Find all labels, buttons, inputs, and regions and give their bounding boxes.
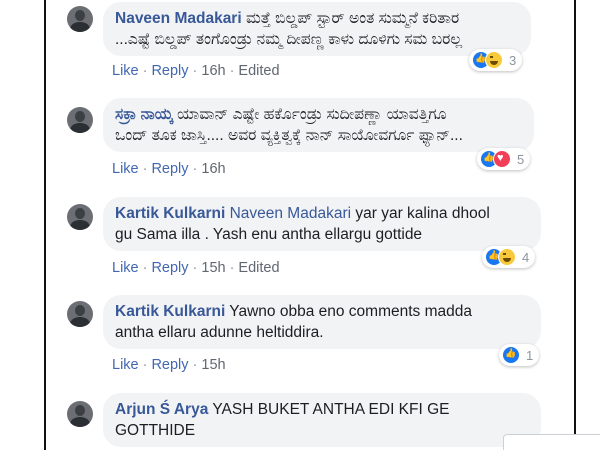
comment-timestamp[interactable]: 16h (201, 161, 225, 177)
reaction-summary[interactable]: 5 (477, 148, 531, 170)
like-link[interactable]: Like (112, 357, 139, 373)
haha-reaction-icon (498, 248, 516, 266)
comment-text-line: ಮತ್ತೆ ಬಿಲ್ಡಪ್ ಸ್ಟಾರ್ ಅಂತ ಸುಮ್ಮನೆ ಕರಿತಾರ (245, 10, 460, 27)
comment-text-line: Yawno obba eno comments madda (229, 303, 472, 320)
comment-text-line: yar yar kalina dhool (355, 205, 490, 222)
mentioned-user-link[interactable]: Naveen Madakari (230, 205, 351, 222)
comment-text-line: ಒಂದ್ ತೂಕ ಜಾಸ್ತಿ.... ಅವರ ವ್ಯಕ್ತಿತ್ವಕ್ಕೆ ನ… (115, 127, 463, 144)
edited-label[interactable]: Edited (238, 260, 279, 276)
comment-bubble: Kartik Kulkarni Naveen Madakari yar yar … (103, 197, 541, 251)
edited-label[interactable]: Edited (238, 63, 279, 79)
reaction-summary[interactable]: 1 (499, 344, 540, 366)
comment-text-line: GOTTHIDE (115, 422, 196, 439)
reaction-summary[interactable]: 4 (482, 246, 536, 268)
love-reaction-icon (493, 150, 511, 168)
reaction-count: 1 (526, 347, 534, 363)
comment-author[interactable]: Kartik Kulkarni (115, 303, 225, 320)
comment-bubble: Kartik Kulkarni Yawno obba eno comments … (103, 295, 541, 349)
comments-panel: Naveen Madakari ಮತ್ತೆ ಬಿಲ್ಡಪ್ ಸ್ಟಾರ್ ಅಂತ… (0, 0, 600, 450)
comment-author[interactable]: Kartik Kulkarni (115, 205, 225, 222)
comment-text-line: YASH BUKET ANTHA EDI KFI GE (212, 401, 450, 418)
comment-actions: Like · Reply · 15h · Edited (112, 260, 280, 276)
reply-link[interactable]: Reply (151, 357, 188, 373)
reply-link[interactable]: Reply (151, 161, 188, 177)
comment-bubble: Arjun Ś Arya YASH BUKET ANTHA EDI KFI GE… (103, 393, 541, 447)
avatar[interactable] (67, 301, 93, 327)
reaction-count: 3 (509, 52, 517, 68)
avatar[interactable] (67, 107, 93, 133)
like-reaction-icon (502, 346, 520, 364)
comment-actions: Like · Reply · 16h (112, 161, 226, 177)
left-frame-border (44, 0, 46, 450)
reaction-summary[interactable]: 3 (469, 49, 523, 71)
comment-timestamp[interactable]: 15h (201, 260, 225, 276)
like-link[interactable]: Like (112, 260, 139, 276)
avatar[interactable] (67, 204, 93, 230)
comment-timestamp[interactable]: 16h (201, 63, 225, 79)
comment-timestamp[interactable]: 15h (201, 357, 225, 373)
comment-text-line: gu Sama illa . Yash enu antha ellargu go… (115, 226, 423, 243)
comment-actions: Like · Reply · 16h · Edited (112, 63, 280, 79)
comment-bubble: ಸಕ್ರಾ ನಾಯ್ಕ ಯಾವಾನ್ ಎಷ್ಟೇ ಹರ್ಕೊಂಡ್ರು ಸುದೀ… (103, 98, 534, 152)
comment-text-line: ಯಾವಾನ್ ಎಷ್ಟೇ ಹರ್ಕೊಂಡ್ರು ಸುದೀಪಣ್ಣಾ ಯಾವತ್ತ… (177, 106, 447, 123)
comment-text-line: ...ಎಷ್ಟೆ ಬಿಲ್ಡಪ್ ತಂಗೊಂಡ್ರು ನಮ್ಮ ದೀಪಣ್ಣ ಕ… (115, 31, 463, 48)
right-frame-border (574, 0, 576, 450)
partial-overlay-box (503, 434, 600, 450)
avatar[interactable] (67, 401, 93, 427)
avatar[interactable] (67, 6, 93, 32)
comment-author[interactable]: Arjun Ś Arya (115, 401, 208, 418)
comment-text-line: antha ellaru adunne heltiddira. (115, 324, 324, 341)
haha-reaction-icon (485, 51, 503, 69)
reaction-count: 4 (522, 249, 530, 265)
comment-author[interactable]: ಸಕ್ರಾ ನಾಯ್ಕ (115, 106, 173, 123)
like-link[interactable]: Like (112, 161, 139, 177)
comment-actions: Like · Reply · 15h (112, 357, 226, 373)
comment-bubble: Naveen Madakari ಮತ್ತೆ ಬಿಲ್ಡಪ್ ಸ್ಟಾರ್ ಅಂತ… (103, 2, 531, 56)
reaction-count: 5 (517, 151, 525, 167)
comment-author[interactable]: Naveen Madakari (115, 10, 242, 27)
reply-link[interactable]: Reply (151, 63, 188, 79)
reply-link[interactable]: Reply (151, 260, 188, 276)
like-link[interactable]: Like (112, 63, 139, 79)
